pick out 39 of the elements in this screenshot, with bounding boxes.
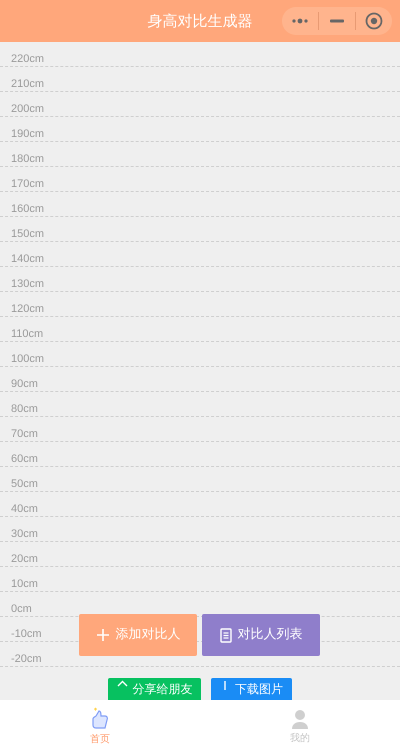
more-icon[interactable]	[291, 18, 309, 24]
height-mark: 180cm	[11, 152, 44, 166]
height-mark: 100cm	[11, 352, 44, 366]
thumbs-up-icon	[90, 706, 110, 730]
height-mark: -20cm	[11, 652, 42, 666]
height-mark: 170cm	[11, 177, 44, 191]
share-button[interactable]: 分享给朋友	[108, 678, 201, 700]
height-mark: 220cm	[11, 52, 44, 66]
document-icon	[220, 628, 232, 642]
height-mark: 130cm	[11, 277, 44, 291]
download-button[interactable]: 下载图片	[211, 678, 292, 700]
height-mark: 60cm	[11, 452, 38, 466]
height-mark: 150cm	[11, 227, 44, 241]
height-mark: 110cm	[11, 327, 44, 341]
height-mark: 70cm	[11, 427, 38, 441]
add-person-button[interactable]: 添加对比人	[79, 614, 197, 656]
height-mark: -10cm	[11, 627, 42, 641]
height-mark: 20cm	[11, 552, 38, 566]
height-mark: 190cm	[11, 127, 44, 141]
height-mark: 80cm	[11, 402, 38, 416]
height-mark: 200cm	[11, 102, 44, 116]
height-mark: 120cm	[11, 302, 44, 316]
tab-bar-item[interactable]: 我的	[200, 700, 400, 753]
height-mark: 10cm	[11, 577, 38, 591]
plus-icon	[96, 628, 110, 642]
person-list-button[interactable]: 对比人列表	[202, 614, 320, 656]
height-mark: 90cm	[11, 377, 38, 391]
height-mark: 50cm	[11, 477, 38, 491]
height-mark: 140cm	[11, 252, 44, 266]
minimize-icon[interactable]	[330, 19, 344, 23]
person-icon	[290, 708, 310, 730]
height-mark: 40cm	[11, 502, 38, 516]
tab-bar-item[interactable]: 首页	[0, 700, 200, 753]
height-mark: 30cm	[11, 527, 38, 541]
height-mark: 210cm	[11, 77, 44, 91]
close-icon[interactable]	[365, 12, 383, 30]
height-mark: 160cm	[11, 202, 44, 216]
header-title: 身高对比生成器	[148, 10, 252, 32]
height-mark: 0cm	[11, 602, 32, 616]
